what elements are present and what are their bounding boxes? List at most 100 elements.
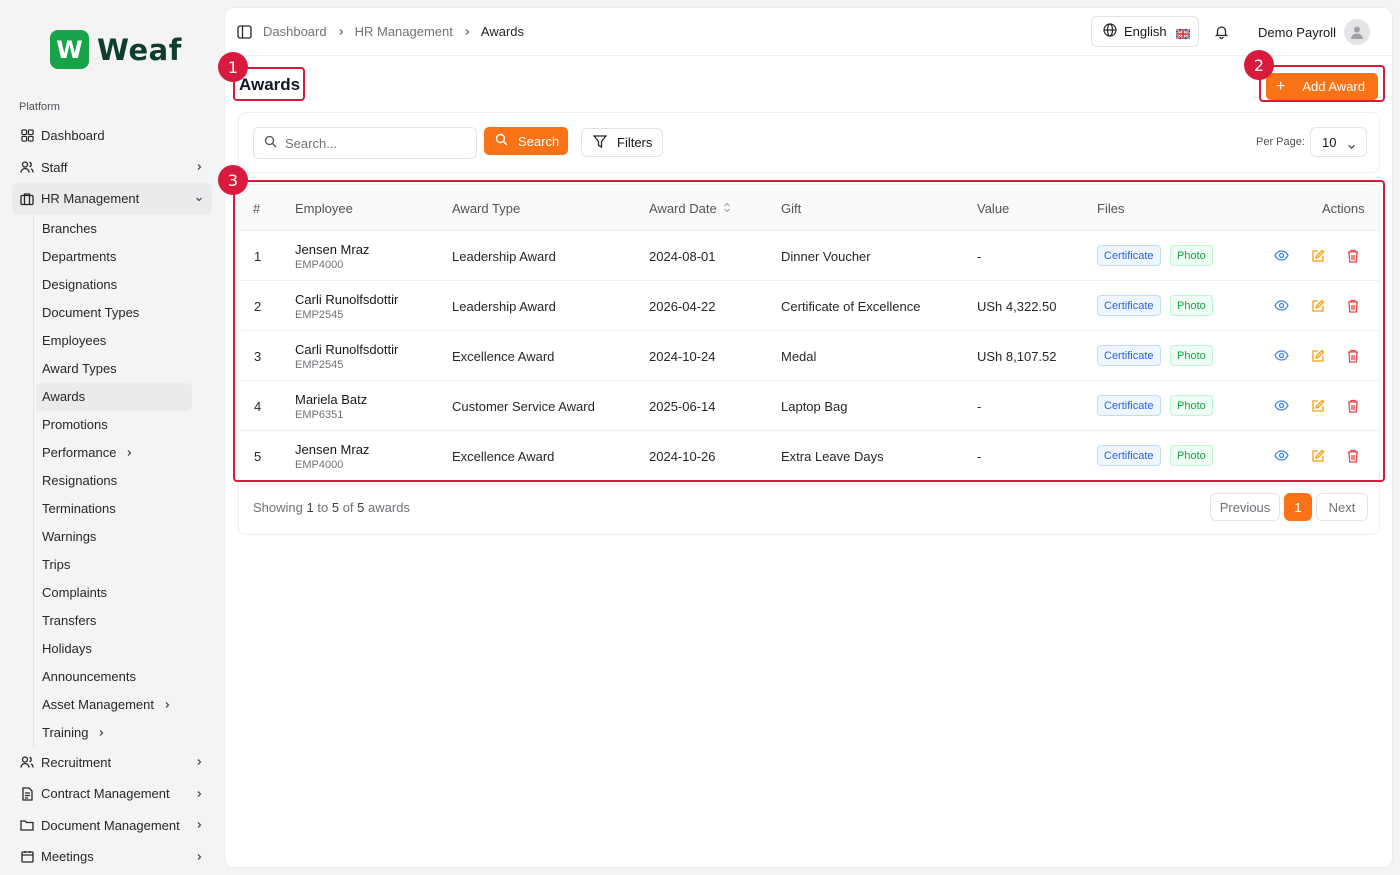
sidebar-item-recruitment[interactable]: Recruitment (12, 747, 212, 779)
sidebar-subitem-transfers[interactable]: Transfers (36, 607, 192, 635)
showing-total: 5 (357, 500, 365, 515)
sidebar-subitem-announcements[interactable]: Announcements (36, 663, 192, 691)
sidebar-subitem-promotions[interactable]: Promotions (36, 411, 192, 439)
subitem-label: Asset Management (42, 697, 155, 712)
previous-page-button[interactable]: Previous (1210, 493, 1280, 521)
search-input[interactable] (285, 135, 465, 151)
search-button[interactable]: Search (484, 127, 568, 155)
chevron-down-icon (194, 194, 204, 204)
sidebar-item-document-management[interactable]: Document Management (12, 810, 212, 842)
sidebar-subitem-trips[interactable]: Trips (36, 551, 192, 579)
next-page-button[interactable]: Next (1316, 493, 1368, 521)
uk-flag-icon (1175, 27, 1191, 40)
per-page-select[interactable]: 10 (1310, 127, 1367, 157)
sidebar-subitem-asset-management[interactable]: Asset Management (36, 691, 192, 719)
chevron-right-icon (194, 757, 204, 767)
file-text-icon (20, 787, 34, 801)
annotation-marker-1: 1 (218, 52, 248, 82)
breadcrumb: Dashboard HR Management Awards (263, 24, 524, 39)
sidebar-subitem-training[interactable]: Training (36, 719, 192, 747)
filter-icon (592, 134, 608, 151)
annotation-marker-2: 2 (1244, 50, 1274, 80)
sidebar-nav: Dashboard Staff HR Management Branches D… (12, 120, 212, 873)
globe-icon (1103, 23, 1117, 40)
subitem-label: Branches (42, 221, 97, 236)
sidebar-subitem-departments[interactable]: Departments (36, 243, 192, 271)
sidebar-item-label: Dashboard (41, 128, 105, 144)
sidebar-item-staff[interactable]: Staff (12, 152, 212, 184)
chevron-right-icon (194, 162, 204, 172)
chevron-down-icon (1347, 139, 1356, 154)
annotation-marker-3: 3 (218, 165, 248, 195)
sidebar-item-label: Staff (41, 159, 68, 175)
sidebar-item-contract-management[interactable]: Contract Management (12, 778, 212, 810)
subitem-label: Awards (42, 389, 86, 404)
chevron-right-icon (194, 820, 204, 830)
logo-text: Weaf (97, 32, 182, 67)
sidebar-item-label: HR Management (41, 191, 140, 207)
briefcase-icon (20, 192, 34, 206)
subitem-label: Trips (42, 557, 71, 572)
annotation-box-2 (1259, 65, 1385, 102)
filter-bar: Search Filters Per Page: 10 (238, 112, 1380, 173)
bell-icon[interactable] (1214, 24, 1229, 40)
subitem-label: Employees (42, 333, 107, 348)
topbar: Dashboard HR Management Awards English D… (225, 8, 1392, 56)
sidebar-subitem-awards[interactable]: Awards (36, 382, 192, 411)
subitem-label: Designations (42, 277, 118, 292)
subitem-label: Warnings (42, 529, 97, 544)
user-search-icon (20, 755, 34, 769)
of-word: of (342, 500, 354, 515)
language-selector[interactable]: English (1091, 16, 1199, 47)
subitem-label: Holidays (42, 641, 92, 656)
subitem-label: Departments (42, 249, 117, 264)
to-word: to (317, 500, 329, 515)
user-menu[interactable]: Demo Payroll (1258, 19, 1371, 45)
showing-prefix: Showing (253, 500, 303, 515)
sidebar-item-dashboard[interactable]: Dashboard (12, 120, 212, 152)
showing-to: 5 (331, 500, 340, 515)
subitem-label: Resignations (42, 473, 118, 488)
sidebar-subitem-complaints[interactable]: Complaints (36, 579, 192, 607)
sidebar-toggle-icon[interactable] (237, 25, 252, 39)
page-1-button[interactable]: 1 (1284, 493, 1312, 521)
search-field[interactable] (253, 127, 477, 159)
breadcrumb-hr-management[interactable]: HR Management (355, 24, 453, 39)
breadcrumb-awards: Awards (480, 24, 525, 39)
subitem-label: Training (42, 725, 89, 740)
breadcrumb-dashboard[interactable]: Dashboard (263, 24, 327, 39)
users-icon (20, 160, 34, 174)
sidebar-subitem-terminations[interactable]: Terminations (36, 495, 192, 523)
sidebar-subitem-branches[interactable]: Branches (36, 215, 192, 243)
showing-suffix: awards (368, 500, 410, 515)
sidebar-subitem-employees[interactable]: Employees (36, 327, 192, 355)
subitem-label: Award Types (42, 361, 117, 376)
sidebar-item-label: Recruitment (41, 754, 112, 770)
annotation-box-3 (233, 180, 1385, 482)
sidebar-subitem-performance[interactable]: Performance (36, 439, 192, 467)
subitem-label: Transfers (42, 613, 97, 628)
sidebar-item-label: Contract Management (41, 786, 170, 802)
sidebar-subitem-resignations[interactable]: Resignations (36, 467, 192, 495)
sidebar-subitem-designations[interactable]: Designations (36, 271, 192, 299)
sidebar-item-label: Document Management (41, 817, 180, 833)
sidebar: W Weaf Platform Dashboard Staff HR Manag… (0, 0, 222, 875)
subitem-label: Complaints (42, 585, 108, 600)
filters-button[interactable]: Filters (581, 128, 663, 157)
avatar (1344, 19, 1371, 45)
chevron-right-icon (194, 852, 204, 862)
sidebar-item-meetings[interactable]: Meetings (12, 841, 212, 873)
pagination-summary: Showing 1 to 5 of 5 awards (253, 500, 410, 515)
chevron-right-icon (125, 449, 133, 457)
subitem-label: Terminations (42, 501, 116, 516)
sidebar-subitem-award-types[interactable]: Award Types (36, 355, 192, 383)
brand-logo[interactable]: W Weaf (50, 30, 182, 69)
grid-icon (20, 129, 34, 143)
sidebar-subitem-document-types[interactable]: Document Types (36, 299, 192, 327)
search-button-label: Search (518, 133, 560, 149)
sidebar-subitem-holidays[interactable]: Holidays (36, 635, 192, 663)
subitem-label: Promotions (42, 417, 108, 432)
sidebar-subitem-warnings[interactable]: Warnings (36, 523, 192, 551)
pagination: Previous 1 Next (1210, 493, 1368, 521)
sidebar-item-hr-management[interactable]: HR Management (12, 183, 212, 215)
